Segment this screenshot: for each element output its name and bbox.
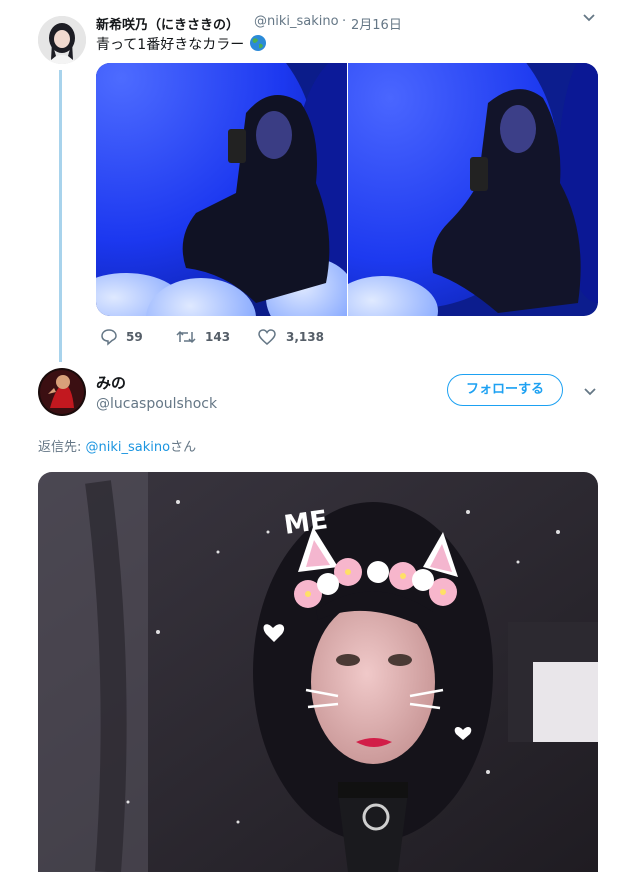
- reply-prefix: 返信先:: [38, 440, 86, 455]
- photo-left[interactable]: [96, 63, 411, 316]
- avatar[interactable]: [38, 368, 86, 416]
- thread-connector: [59, 70, 62, 362]
- photo-right[interactable]: [278, 63, 598, 316]
- tweet-photo[interactable]: ME: [38, 472, 598, 872]
- chevron-down-icon[interactable]: [583, 384, 597, 402]
- reply-suffix: さん: [170, 440, 197, 455]
- retweet-count: 143: [205, 330, 231, 344]
- follow-button[interactable]: フォローする: [447, 374, 563, 406]
- photo-grid[interactable]: [96, 63, 598, 316]
- user-handle[interactable]: @niki_sakino: [254, 14, 339, 29]
- display-name[interactable]: 新希咲乃（にきさきの）: [96, 14, 239, 33]
- globe-icon: [249, 34, 267, 56]
- tweet-timestamp[interactable]: 2月16日: [351, 14, 402, 33]
- reply-to-link[interactable]: @niki_sakino: [86, 440, 171, 455]
- retweet-icon: [176, 328, 196, 350]
- display-name[interactable]: みの: [96, 372, 126, 393]
- separator: ·: [342, 14, 347, 29]
- like-count: 3,138: [286, 330, 324, 344]
- heart-icon: [258, 328, 276, 350]
- tweet-text: 青って1番好きなカラー: [96, 34, 267, 56]
- reply-count: 59: [126, 330, 143, 344]
- chevron-down-icon[interactable]: [582, 10, 596, 28]
- reply-context: 返信先: @niki_sakinoさん: [38, 436, 196, 455]
- reply-icon: [100, 328, 118, 350]
- tweet-text-content: 青って1番好きなカラー: [96, 37, 245, 53]
- avatar[interactable]: [38, 16, 86, 64]
- user-handle[interactable]: @lucaspoulshock: [96, 396, 217, 412]
- photo-sticker-text: ME: [282, 505, 330, 541]
